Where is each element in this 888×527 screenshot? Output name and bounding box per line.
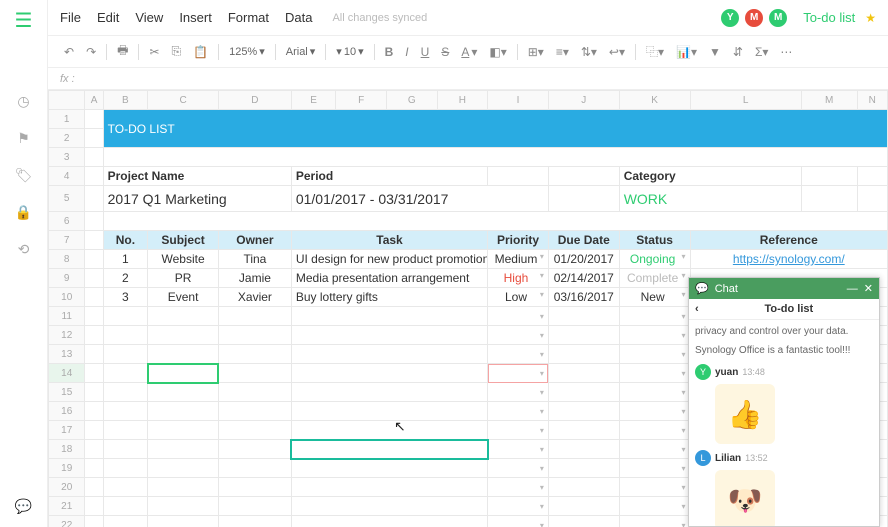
menu-insert[interactable]: Insert: [179, 10, 212, 25]
menu-view[interactable]: View: [135, 10, 163, 25]
undo-icon[interactable]: ↶: [60, 43, 78, 61]
close-icon[interactable]: ✕: [864, 282, 873, 295]
formula-bar[interactable]: fx :: [48, 68, 888, 90]
strike-icon[interactable]: S: [437, 43, 453, 61]
users-icon[interactable]: ⚑: [17, 130, 30, 147]
column-headers[interactable]: ABCDEFGHIJKLMN: [49, 91, 888, 110]
cut-icon[interactable]: ✂: [145, 43, 163, 61]
menu-bar: File Edit View Insert Format Data All ch…: [48, 0, 888, 36]
tag-icon[interactable]: 🏷: [15, 167, 33, 184]
col-owner: Owner: [218, 231, 291, 250]
fill-color-icon[interactable]: ◧▾: [485, 43, 510, 61]
sort-icon[interactable]: ⇵: [729, 43, 747, 61]
italic-icon[interactable]: I: [401, 43, 412, 61]
project-value[interactable]: 2017 Q1 Marketing: [103, 186, 291, 212]
print-icon[interactable]: 🖶: [113, 39, 132, 64]
functions-icon[interactable]: Σ▾: [751, 43, 772, 61]
col-reference: Reference: [690, 231, 887, 250]
star-icon[interactable]: ★: [865, 11, 876, 25]
highlighted-cell[interactable]: ▾: [488, 364, 549, 383]
redo-icon[interactable]: ↷: [82, 43, 100, 61]
toolbar: ↶ ↷ 🖶 ✂ ⎘ 📋 125% ▾ Arial ▾ ▾ 10 ▾ B I U …: [48, 36, 888, 68]
paste-icon[interactable]: 📋: [189, 43, 212, 61]
col-task: Task: [291, 231, 487, 250]
collaborator-avatar[interactable]: Y: [721, 9, 739, 27]
project-label: Project Name: [103, 167, 291, 186]
collaborator-avatar[interactable]: M: [745, 9, 763, 27]
category-label: Category: [619, 167, 801, 186]
col-status: Status: [619, 231, 690, 250]
chat-user-row: L Lilian 13:52: [695, 450, 873, 466]
chat-icon: 💬: [695, 282, 709, 295]
hamburger-icon[interactable]: ☰: [15, 8, 33, 33]
active-cell[interactable]: [148, 364, 219, 383]
chart-icon[interactable]: 📊▾: [672, 43, 701, 61]
avatar: Y: [695, 364, 711, 380]
lock-icon[interactable]: 🔒: [15, 204, 32, 221]
zoom-select[interactable]: 125% ▾: [225, 43, 269, 60]
chat-subtitle: To-do list: [705, 303, 873, 315]
history-icon[interactable]: ⟲: [18, 241, 30, 258]
valign-icon[interactable]: ⇅▾: [577, 43, 601, 61]
borders-icon[interactable]: ⊞▾: [524, 43, 548, 61]
align-icon[interactable]: ≡▾: [552, 43, 573, 61]
font-select[interactable]: Arial ▾: [282, 43, 320, 60]
more-icon[interactable]: ⋯: [776, 43, 796, 61]
merge-icon[interactable]: ⿻▾: [642, 41, 668, 62]
back-icon[interactable]: ‹: [695, 303, 699, 315]
document-title[interactable]: To-do list: [803, 10, 855, 25]
collaborator-avatar[interactable]: M: [769, 9, 787, 27]
period-value[interactable]: 01/01/2017 - 03/31/2017: [291, 186, 548, 212]
chat-panel: 💬 Chat — ✕ ‹ To-do list privacy and cont…: [688, 277, 880, 527]
left-sidebar: ☰ ◷ ⚑ 🏷 🔒 ⟲ 💬: [0, 0, 48, 527]
collaborator-selection[interactable]: [291, 440, 487, 459]
menu-format[interactable]: Format: [228, 10, 269, 25]
menu-data[interactable]: Data: [285, 10, 312, 25]
sticker-image: 👍: [715, 384, 775, 444]
dashboard-icon[interactable]: ◷: [17, 93, 29, 110]
col-no: No.: [103, 231, 148, 250]
chat-bubble-icon[interactable]: 💬: [15, 498, 32, 515]
col-due: Due Date: [548, 231, 619, 250]
chat-user-row: Y yuan 13:48: [695, 364, 873, 380]
wrap-icon[interactable]: ↩▾: [605, 43, 629, 61]
sticker-image: 🐶: [715, 470, 775, 526]
bold-icon[interactable]: B: [381, 43, 398, 61]
title-banner: TO-DO LIST: [103, 110, 887, 148]
avatar: L: [695, 450, 711, 466]
minimize-icon[interactable]: —: [847, 283, 858, 295]
copy-icon[interactable]: ⎘: [168, 42, 186, 61]
menu-file[interactable]: File: [60, 10, 81, 25]
filter-icon[interactable]: ▼: [705, 43, 725, 61]
text-color-icon[interactable]: A▾: [457, 43, 481, 61]
font-size-select[interactable]: ▾ 10 ▾: [332, 43, 367, 60]
chat-message: privacy and control over your data.: [695, 326, 873, 337]
category-value[interactable]: WORK: [619, 186, 801, 212]
underline-icon[interactable]: U: [417, 43, 434, 61]
chat-title: Chat: [715, 283, 738, 295]
menu-edit[interactable]: Edit: [97, 10, 119, 25]
sync-status: All changes synced: [332, 12, 427, 24]
chat-message: Synology Office is a fantastic tool!!!: [695, 345, 873, 356]
period-label: Period: [291, 167, 487, 186]
col-priority: Priority: [488, 231, 549, 250]
col-subject: Subject: [148, 231, 219, 250]
table-row[interactable]: 8 1WebsiteTina UI design for new product…: [49, 250, 888, 269]
